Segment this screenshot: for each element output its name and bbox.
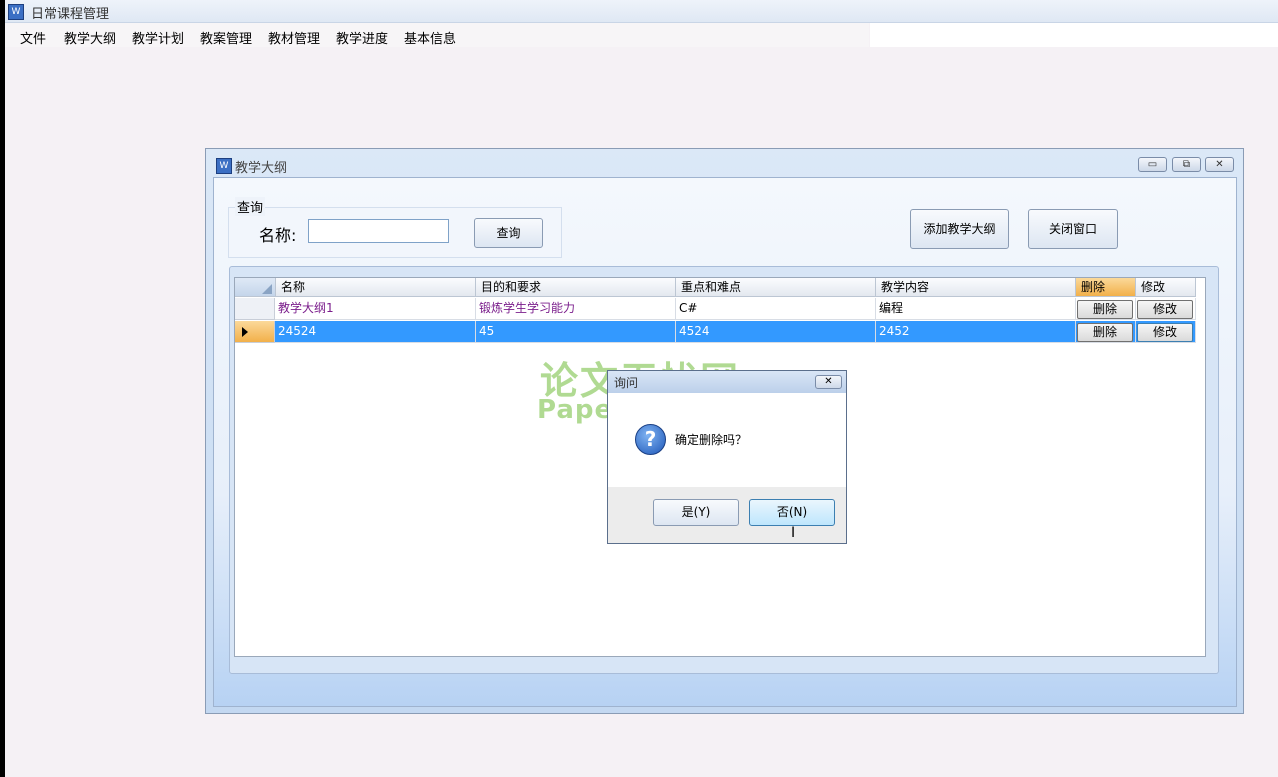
select-all-icon xyxy=(262,284,272,294)
cell-key-points[interactable]: 4524 xyxy=(676,321,876,343)
dialog-title: 询问 xyxy=(614,376,639,390)
dialog-close-button[interactable]: ✕ xyxy=(815,375,842,389)
close-icon: ✕ xyxy=(1215,159,1224,170)
row-header-selected[interactable] xyxy=(235,321,275,343)
row-delete-button[interactable]: 删除 xyxy=(1077,323,1133,342)
restore-button[interactable]: ⧉ xyxy=(1172,157,1201,172)
menu-syllabus[interactable]: 教学大纲 xyxy=(64,28,116,47)
menu-basic-info[interactable]: 基本信息 xyxy=(404,28,456,47)
cell-key-points[interactable]: C# xyxy=(676,298,876,320)
grid-corner-header[interactable] xyxy=(235,278,276,297)
header-content[interactable]: 教学内容 xyxy=(876,278,1076,297)
window-left-edge xyxy=(0,0,5,777)
header-name[interactable]: 名称 xyxy=(276,278,476,297)
close-window-button[interactable]: ✕ xyxy=(1205,157,1234,172)
yes-button[interactable]: 是(Y) xyxy=(653,499,739,526)
menu-teaching-plan[interactable]: 教学计划 xyxy=(132,28,184,47)
name-label: 名称: xyxy=(259,226,297,245)
row-edit-button[interactable]: 修改 xyxy=(1137,300,1193,319)
close-window-text-button[interactable]: 关闭窗口 xyxy=(1028,209,1118,249)
no-button[interactable]: 否(N) xyxy=(749,499,835,526)
cell-purpose[interactable]: 锻炼学生学习能力 xyxy=(476,298,676,320)
window-icon: W xyxy=(216,158,232,174)
close-icon: ✕ xyxy=(824,376,833,387)
cell-name[interactable]: 教学大纲1 xyxy=(275,298,476,320)
app-icon: W xyxy=(8,4,24,20)
menubar-filler xyxy=(870,23,1278,47)
menu-lesson-plan[interactable]: 教案管理 xyxy=(200,28,252,47)
minimize-button[interactable]: ▭ xyxy=(1138,157,1167,172)
header-delete[interactable]: 删除 xyxy=(1076,278,1136,297)
dialog-message: 确定删除吗？ xyxy=(675,433,748,447)
app-titlebar[interactable] xyxy=(5,0,1278,23)
menu-textbook[interactable]: 教材管理 xyxy=(268,28,320,47)
cell-content[interactable]: 编程 xyxy=(876,298,1076,320)
header-purpose[interactable]: 目的和要求 xyxy=(476,278,676,297)
cell-content[interactable]: 2452 xyxy=(876,321,1076,343)
menu-progress[interactable]: 教学进度 xyxy=(336,28,388,47)
cell-name[interactable]: 24524 xyxy=(275,321,476,343)
app-title: 日常课程管理 xyxy=(31,7,110,22)
text-cursor-icon: I xyxy=(791,525,796,541)
current-row-arrow-icon xyxy=(242,327,248,337)
query-button[interactable]: 查询 xyxy=(474,218,543,248)
minimize-icon: ▭ xyxy=(1147,159,1158,170)
name-search-input[interactable] xyxy=(308,219,449,243)
header-key-points[interactable]: 重点和难点 xyxy=(676,278,876,297)
window-title: 教学大纲 xyxy=(235,161,288,176)
search-group-label: 查询 xyxy=(235,197,266,216)
add-syllabus-button[interactable]: 添加教学大纲 xyxy=(910,209,1009,249)
cell-purpose[interactable]: 45 xyxy=(476,321,676,343)
restore-icon: ⧉ xyxy=(1182,159,1191,170)
header-edit[interactable]: 修改 xyxy=(1136,278,1196,297)
row-header[interactable] xyxy=(235,298,275,320)
question-icon: ? xyxy=(635,424,666,455)
row-delete-button[interactable]: 删除 xyxy=(1077,300,1133,319)
dialog-titlebar[interactable] xyxy=(608,371,846,393)
row-edit-button[interactable]: 修改 xyxy=(1137,323,1193,342)
menu-file[interactable]: 文件 xyxy=(20,28,46,47)
